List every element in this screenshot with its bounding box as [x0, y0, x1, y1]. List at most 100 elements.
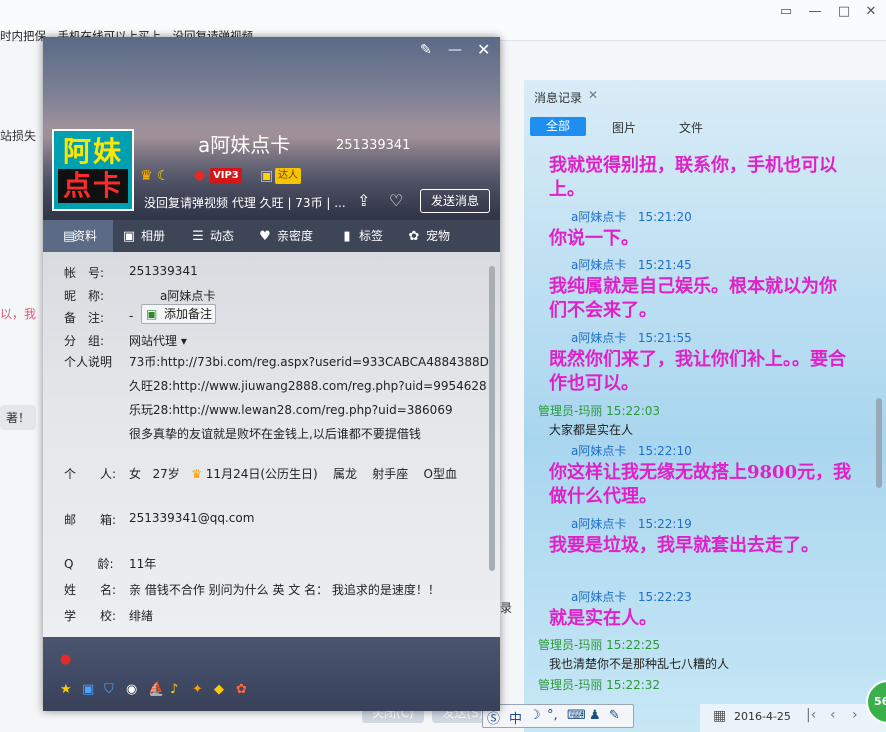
profile-scrollbar[interactable]	[489, 266, 495, 571]
description-line: 久旺28:http://www.jiuwang2888.com/reg.php?…	[129, 379, 487, 393]
message-text: 大家都是实在人	[549, 423, 634, 437]
close-icon[interactable]: ✕	[860, 4, 882, 22]
shield-icon[interactable]: ⛉	[104, 682, 114, 697]
field-label: 分 组:	[64, 334, 105, 348]
sender-name[interactable]: 管理员-玛丽	[538, 638, 602, 652]
calendar-icon[interactable]: ▦	[713, 708, 726, 724]
music-icon[interactable]: ♪	[170, 682, 178, 697]
message-history-title[interactable]: 消息记录	[534, 89, 582, 106]
ime-mode[interactable]: 中	[509, 708, 522, 727]
heart-icon: ♥	[259, 229, 271, 244]
sender-name[interactable]: a阿妹点卡	[571, 444, 626, 458]
message-time: 15:22:32	[606, 678, 661, 692]
close-icon[interactable]: ✕	[477, 40, 490, 59]
send-message-button[interactable]: 发送消息	[420, 189, 490, 213]
next-page-icon[interactable]: ›	[852, 707, 858, 723]
tab-label: 资料	[73, 229, 98, 243]
avatar-text: 点卡	[58, 169, 128, 203]
badge-row: ♛ ☾ ● VIP3 ▣ 达人	[140, 168, 340, 186]
minimize-icon[interactable]: —	[448, 42, 462, 58]
boat-icon[interactable]: ⛵	[148, 682, 164, 697]
minimize-icon[interactable]: —	[804, 4, 826, 22]
filter-images-tab[interactable]: 图片	[612, 119, 636, 136]
bookmark-icon: ▮	[343, 229, 351, 244]
chat-snippet: 站损失	[0, 129, 37, 143]
tab-profile[interactable]: ▤资料	[43, 220, 113, 252]
tab-tags[interactable]: ▮ 标签	[339, 220, 383, 252]
input-method-toolbar: Ⓢ 中 ☽ °, ⌨ ♟ ✎	[482, 704, 634, 728]
skin-brush-icon[interactable]: ✎	[420, 42, 432, 58]
close-icon[interactable]: ✕	[588, 88, 598, 102]
pet-icon: ✿	[408, 229, 420, 244]
message-scrollbar[interactable]	[876, 398, 882, 488]
field-label: Q 龄:	[64, 557, 114, 571]
wrench-icon[interactable]: ✎	[609, 708, 620, 723]
pet-icon[interactable]: ✿	[236, 682, 247, 697]
sender-name[interactable]: a阿妹点卡	[571, 590, 626, 604]
sender-name[interactable]: a阿妹点卡	[571, 331, 626, 345]
field-label: 邮 箱:	[64, 513, 117, 527]
star-icon[interactable]: ★	[60, 682, 72, 697]
sender-name[interactable]: a阿妹点卡	[571, 210, 626, 224]
punctuation-icon[interactable]: °,	[547, 708, 558, 723]
moon-level-icon[interactable]: ☾	[157, 168, 170, 184]
field-label: 学 校:	[64, 609, 117, 623]
message-text: 我纯属就是自己娱乐。根本就以为你们不会来了。	[549, 276, 837, 321]
description-line: 73币:http://73bi.com/reg.aspx?userid=933C…	[129, 355, 489, 369]
message-text: 我也清楚你不是那种乱七八糟的人	[549, 657, 730, 671]
talent-icon[interactable]: ▣	[260, 168, 273, 184]
camera-icon[interactable]: ▣	[82, 682, 94, 697]
vip-badge[interactable]: VIP3	[210, 168, 242, 184]
filter-all-tab[interactable]: 全部	[530, 117, 586, 136]
eye-icon[interactable]: ◉	[126, 682, 137, 697]
field-label: 姓 名:	[64, 583, 117, 597]
message-time: 15:22:03	[606, 404, 661, 418]
profile-card: ✎ — ✕ 阿妹 点卡 a阿妹点卡 251339341 ♛ ☾ ● VIP3 ▣…	[43, 37, 500, 711]
filter-files-tab[interactable]: 文件	[679, 119, 703, 136]
message-header: a阿妹点卡 15:22:19	[571, 515, 692, 532]
avatar-text: 阿妹	[62, 135, 123, 168]
group-select[interactable]: 网站代理 ▾	[129, 332, 187, 349]
add-remark-button[interactable]: ▣ 添加备注	[141, 304, 216, 324]
sender-name[interactable]: a阿妹点卡	[571, 517, 626, 531]
skin-icon[interactable]: ▭	[775, 4, 797, 22]
tab-label: 标签	[359, 229, 384, 243]
age-value: 27岁	[152, 467, 180, 481]
sender-name[interactable]: a阿妹点卡	[571, 258, 626, 272]
tab-album[interactable]: ▣ 相册	[121, 220, 165, 252]
first-page-icon[interactable]: |‹	[806, 707, 816, 723]
history-date[interactable]: 2016-4-25	[734, 710, 791, 723]
sender-name[interactable]: 管理员-玛丽	[538, 404, 602, 418]
tab-intimacy[interactable]: ♥ 亲密度	[257, 220, 313, 252]
moon-icon[interactable]: ☽	[529, 708, 541, 723]
heart-plus-icon[interactable]: ♡	[389, 191, 403, 210]
badge-shield-icon[interactable]: ◆	[214, 682, 224, 697]
avatar[interactable]: 阿妹 点卡	[52, 129, 134, 211]
blood-type-value: O型血	[423, 467, 457, 481]
user-icon[interactable]: ♟	[589, 708, 601, 723]
level-crown-icon[interactable]: ♛	[140, 168, 153, 184]
tab-label: 动态	[210, 229, 235, 243]
profile-card-icon: ▤	[63, 229, 76, 244]
maximize-icon[interactable]: □	[833, 4, 855, 22]
gender-value: 女	[129, 467, 142, 481]
share-icon[interactable]: ⇪	[357, 191, 370, 210]
tab-feed[interactable]: ☰ 动态	[190, 220, 234, 252]
keyboard-icon[interactable]: ⌨	[567, 708, 586, 723]
tab-pet[interactable]: ✿ 宠物	[406, 220, 450, 252]
message-header: a阿妹点卡 15:21:20	[571, 208, 692, 225]
game-icon[interactable]: ✦	[192, 682, 203, 697]
account-value: 251339341	[129, 264, 198, 278]
message-text: 你说一下。	[549, 228, 639, 249]
field-label: 昵 称:	[64, 289, 105, 303]
email-value[interactable]: 251339341@qq.com	[129, 511, 254, 525]
message-text: 就是实在人。	[549, 608, 657, 629]
dropdown-arrow-icon: ▾	[180, 334, 187, 348]
qq-penguin-icon[interactable]: ●	[60, 652, 71, 667]
sender-name[interactable]: 管理员-玛丽	[538, 678, 602, 692]
prev-page-icon[interactable]: ‹	[830, 707, 836, 723]
talent-badge[interactable]: 达人	[275, 168, 301, 184]
add-remark-label: 添加备注	[163, 307, 212, 321]
qq-penguin-icon[interactable]: ●	[194, 168, 205, 184]
chat-bubble: 著！	[0, 405, 37, 430]
